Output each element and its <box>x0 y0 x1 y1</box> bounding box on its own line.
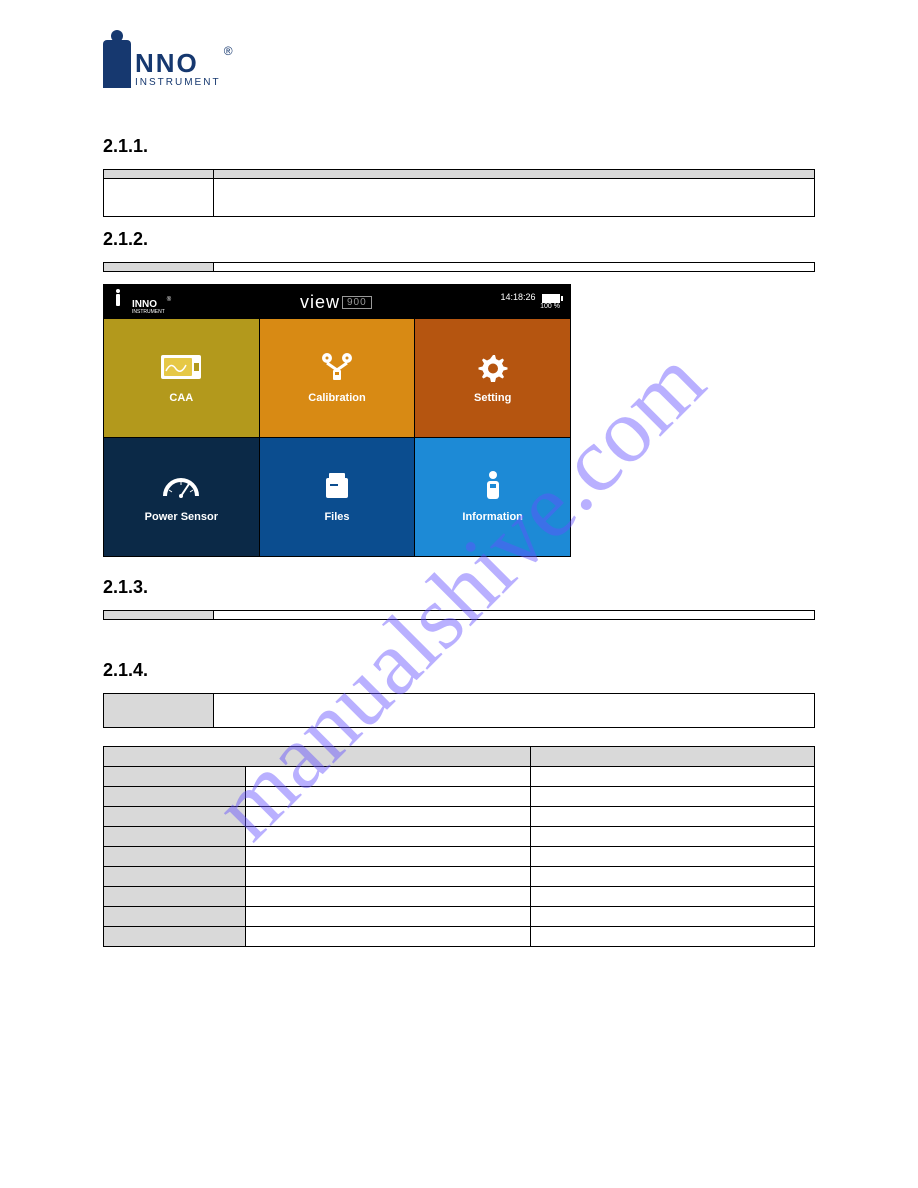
tile-calibration[interactable]: Calibration <box>260 319 415 437</box>
device-title: view 900 <box>300 292 372 313</box>
tile-caa[interactable]: CAA <box>104 319 259 437</box>
logo-top-text: NNO <box>135 50 221 76</box>
page-content: NNO INSTRUMENT ® 2.1.1. 2.1.2. INNO INST… <box>0 0 918 947</box>
section-heading: 2.1.3. <box>103 577 815 598</box>
app-grid: CAA Calibration <box>104 319 570 556</box>
device-screenshot: INNO INSTRUMENT ® view 900 14:18:26 100 … <box>103 284 571 557</box>
device-model: 900 <box>342 296 372 309</box>
device-logo: INNO INSTRUMENT ® <box>114 289 171 315</box>
table-2-1-2 <box>103 262 815 272</box>
files-icon <box>320 471 354 501</box>
logo-bottom-text: INSTRUMENT <box>135 78 221 88</box>
logo-i-mark <box>103 40 131 88</box>
section-heading: 2.1.2. <box>103 229 815 250</box>
tile-files[interactable]: Files <box>260 438 415 556</box>
calibration-icon <box>320 352 354 382</box>
tile-information[interactable]: Information <box>415 438 570 556</box>
tile-label: Information <box>462 511 523 523</box>
battery-icon <box>542 294 560 303</box>
caa-icon <box>164 352 198 382</box>
tile-label: Files <box>324 511 349 523</box>
tile-label: CAA <box>169 392 193 404</box>
tile-label: Calibration <box>308 392 365 404</box>
device-title-view: view <box>300 292 340 313</box>
table-2-1-4 <box>103 693 815 728</box>
brand-logo: NNO INSTRUMENT ® <box>103 40 815 88</box>
logo-text: NNO INSTRUMENT ® <box>135 50 221 88</box>
table-2-1-1 <box>103 169 815 217</box>
info-icon <box>476 471 510 501</box>
tile-label: Power Sensor <box>145 511 218 523</box>
tile-label: Setting <box>474 392 511 404</box>
gear-icon <box>476 352 510 382</box>
detail-table <box>103 746 815 947</box>
registered-icon: ® <box>224 44 233 58</box>
tile-power-sensor[interactable]: Power Sensor <box>104 438 259 556</box>
device-brand-sub: INSTRUMENT <box>132 310 165 315</box>
registered-icon: ® <box>167 297 171 303</box>
device-status: 14:18:26 100 % <box>500 292 560 311</box>
battery-percent: 100 % <box>500 303 560 311</box>
device-clock: 14:18:26 <box>500 292 535 302</box>
section-heading: 2.1.4. <box>103 660 815 681</box>
gauge-icon <box>164 471 198 501</box>
section-heading: 2.1.1. <box>103 136 815 157</box>
table-2-1-3 <box>103 610 815 620</box>
tile-setting[interactable]: Setting <box>415 319 570 437</box>
device-header: INNO INSTRUMENT ® view 900 14:18:26 100 … <box>104 285 570 319</box>
